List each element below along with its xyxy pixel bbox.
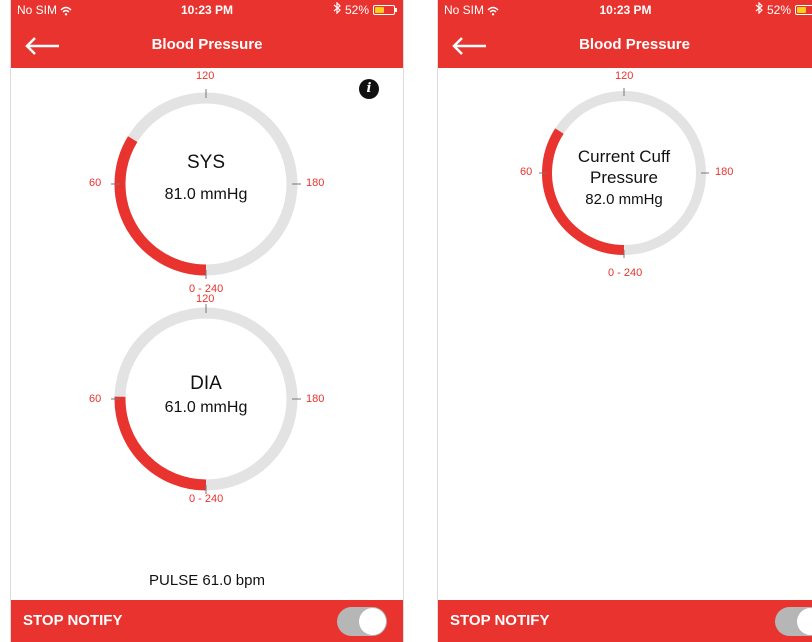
dia-scale-left: 60	[89, 393, 102, 405]
cuff-title-line1: Current Cuff	[577, 147, 671, 166]
sys-value: 81.0 mmHg	[164, 186, 248, 203]
sys-scale-left: 60	[89, 177, 102, 189]
dia-scale-right: 180	[306, 393, 325, 405]
status-bar: No SIM 10:23 PM 52%	[438, 0, 812, 20]
battery-icon	[795, 5, 812, 15]
header-bar: No SIM 10:23 PM 52% Blood Pressure	[438, 0, 812, 68]
dia-scale-bottom: 0 - 240	[189, 493, 224, 505]
status-bar: No SIM 10:23 PM 52%	[11, 0, 403, 20]
cuff-scale-bottom: 0 - 240	[608, 267, 643, 279]
sys-title: SYS	[186, 152, 226, 173]
footer-bar: STOP NOTIFY	[11, 600, 403, 642]
bluetooth-icon	[755, 0, 763, 20]
page-title: Blood Pressure	[579, 36, 690, 53]
info-icon[interactable]: i	[359, 79, 379, 99]
footer-bar: STOP NOTIFY	[438, 600, 812, 642]
screen-cuff-pressure: No SIM 10:23 PM 52% Blood Pressure Curre…	[437, 0, 812, 642]
header-bar: No SIM 10:23 PM 52% Blood Pressure	[11, 0, 403, 68]
cuff-value: 82.0 mmHg	[585, 191, 663, 208]
battery-percent: 52%	[766, 3, 791, 17]
nav-bar: Blood Pressure	[11, 28, 403, 64]
dia-value: 61.0 mmHg	[164, 399, 248, 416]
stop-notify-label: STOP NOTIFY	[450, 612, 550, 629]
stop-notify-label: STOP NOTIFY	[23, 612, 123, 629]
notify-toggle[interactable]	[337, 607, 387, 636]
toggle-knob	[797, 608, 812, 635]
sys-gauge: SYS 81.0 mmHg	[108, 86, 304, 282]
cuff-gauge: Current Cuff Pressure 82.0 mmHg	[536, 85, 712, 261]
dia-scale-top: 120	[196, 293, 215, 305]
battery-fill	[797, 7, 807, 13]
cuff-scale-left: 60	[520, 166, 533, 178]
nav-bar: Blood Pressure	[438, 28, 812, 64]
status-right: 52%	[755, 0, 812, 20]
battery-percent: 52%	[344, 3, 369, 17]
toggle-knob	[359, 608, 386, 635]
page-title: Blood Pressure	[151, 36, 263, 53]
battery-fill	[375, 7, 385, 13]
dia-gauge: DIA 61.0 mmHg	[108, 301, 304, 497]
sys-scale-right: 180	[306, 177, 325, 189]
pulse-readout: PULSE 61.0 bpm	[149, 572, 265, 589]
screen-systolic-diastolic: No SIM 10:23 PM 52% Blood Pressure i SYS…	[10, 0, 404, 642]
notify-toggle[interactable]	[775, 607, 812, 636]
sys-gauge-dial	[111, 89, 301, 279]
cuff-scale-right: 180	[715, 166, 734, 178]
cuff-title-line2: Pressure	[589, 168, 659, 187]
battery-icon	[373, 5, 397, 15]
sys-scale-top: 120	[196, 70, 215, 82]
bluetooth-icon	[333, 0, 341, 20]
cuff-scale-top: 120	[615, 70, 634, 82]
dia-title: DIA	[190, 373, 222, 394]
status-right: 52%	[333, 0, 397, 20]
